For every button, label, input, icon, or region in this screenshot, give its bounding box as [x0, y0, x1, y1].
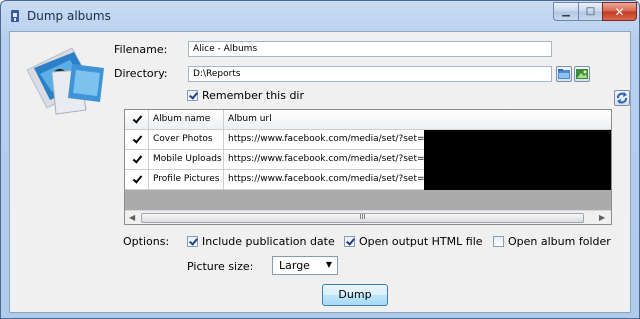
minimize-button[interactable]: ▁: [553, 2, 579, 21]
check-icon: [132, 175, 141, 184]
picture-size-select[interactable]: Large ▼: [272, 256, 338, 275]
scroll-thumb[interactable]: III: [141, 213, 584, 223]
row-checkbox[interactable]: [125, 130, 149, 150]
filename-field[interactable]: Alice - Albums: [188, 41, 552, 57]
chevron-down-icon: ▼: [325, 260, 332, 269]
minimize-icon: ▁: [562, 6, 570, 17]
scroll-left-icon[interactable]: ◀: [129, 213, 135, 222]
maximize-button[interactable]: □: [578, 2, 603, 21]
picture-size-label: Picture size:: [187, 260, 254, 273]
filename-label: Filename:: [114, 43, 168, 56]
browse-image-folder-button[interactable]: [574, 66, 590, 82]
open-html-check-icon: [344, 236, 355, 247]
include-date-label: Include publication date: [202, 235, 335, 248]
remember-dir-label: Remember this dir: [202, 89, 305, 102]
open-html-label: Open output HTML file: [359, 235, 483, 248]
close-button[interactable]: ✕: [602, 2, 637, 21]
album-name-cell: Cover Photos: [149, 130, 224, 150]
options-label: Options:: [123, 235, 170, 248]
open-folder-label: Open album folder: [508, 235, 611, 248]
dump-button[interactable]: Dump: [322, 284, 388, 306]
column-header-album-url[interactable]: Album url: [224, 110, 611, 130]
directory-field[interactable]: D:\Reports: [188, 66, 552, 82]
include-date-check-icon: [187, 236, 198, 247]
scroll-grip-icon: III: [359, 213, 366, 221]
horizontal-scrollbar[interactable]: ◀ III ▶: [125, 210, 611, 224]
refresh-button[interactable]: [614, 90, 630, 106]
folder-open-icon: [558, 69, 570, 79]
album-name-cell: Profile Pictures: [149, 170, 224, 190]
scroll-right-icon[interactable]: ▶: [599, 213, 605, 222]
row-checkbox[interactable]: [125, 170, 149, 190]
album-name-cell: Mobile Uploads: [149, 150, 224, 170]
close-icon: ✕: [614, 4, 625, 19]
remember-dir-checkbox[interactable]: Remember this dir: [187, 89, 304, 102]
column-header-album-name[interactable]: Album name: [149, 110, 224, 130]
open-folder-check-icon: [493, 236, 504, 247]
select-all-checkbox[interactable]: [125, 110, 149, 130]
include-date-checkbox[interactable]: Include publication date: [187, 235, 335, 248]
image-folder-icon: [576, 69, 588, 79]
check-icon: [132, 115, 141, 124]
refresh-icon: [617, 92, 627, 104]
row-checkbox[interactable]: [125, 150, 149, 170]
picture-size-value: Large: [279, 259, 310, 272]
facebook-photo-icon: [11, 10, 19, 22]
title-bar[interactable]: Dump albums ▁ □ ✕: [1, 1, 639, 31]
redaction-block: [424, 130, 611, 190]
albums-grid: Album name Album url Cover Photos https:…: [124, 109, 612, 225]
directory-label: Directory:: [114, 67, 168, 80]
open-folder-checkbox[interactable]: Open album folder: [493, 235, 611, 248]
check-icon: [132, 155, 141, 164]
photo-albums-icon: [26, 47, 104, 115]
open-html-checkbox[interactable]: Open output HTML file: [344, 235, 483, 248]
check-icon: [132, 135, 141, 144]
window-title: Dump albums: [27, 9, 111, 23]
maximize-icon: □: [585, 6, 596, 17]
remember-dir-check-icon: [187, 90, 198, 101]
browse-folder-button[interactable]: [556, 66, 572, 82]
dialog-body: Filename: Alice - Albums Directory: D:\R…: [9, 31, 631, 313]
grid-header: Album name Album url: [125, 110, 611, 130]
dump-albums-window: Dump albums ▁ □ ✕ Filename: Alice - Albu…: [0, 0, 640, 319]
